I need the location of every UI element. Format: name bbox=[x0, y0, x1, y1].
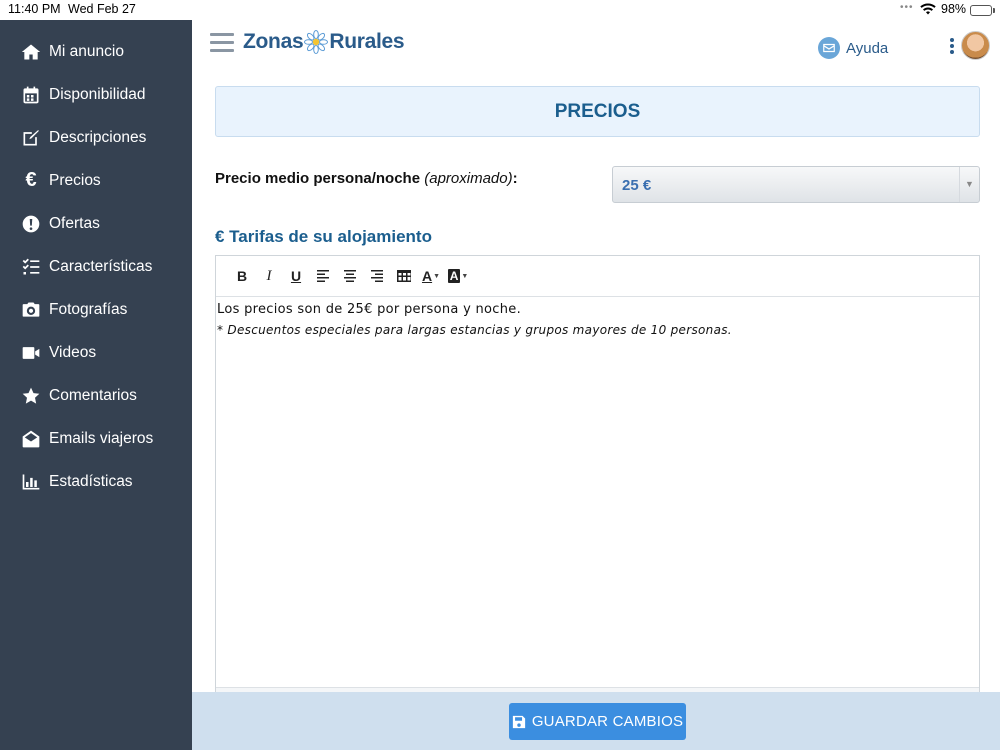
wifi-icon bbox=[920, 3, 936, 18]
editor-toolbar: B I U A ▼ A ▼ bbox=[216, 256, 979, 297]
logo-text-right: Rurales bbox=[329, 30, 405, 53]
align-right-button[interactable] bbox=[365, 266, 389, 286]
sidebar-item-videos[interactable]: Videos bbox=[0, 331, 192, 374]
align-center-button[interactable] bbox=[338, 266, 362, 286]
more-options-icon[interactable] bbox=[948, 38, 956, 56]
multitasking-dots-icon: ••• bbox=[900, 2, 914, 13]
sidebar-item-label: Ofertas bbox=[49, 214, 100, 232]
font-color-icon: A bbox=[421, 268, 433, 284]
home-icon bbox=[20, 41, 42, 63]
caret-down-icon: ▼ bbox=[461, 272, 469, 280]
page-title: PRECIOS bbox=[554, 100, 641, 122]
editor-line-2: * Descuentos especiales para largas esta… bbox=[217, 323, 732, 337]
bold-button[interactable]: B bbox=[230, 266, 254, 286]
sidebar-item-label: Características bbox=[49, 257, 153, 275]
sidebar-item-label: Videos bbox=[49, 343, 97, 361]
sidebar-item-emails-viajeros[interactable]: Emails viajeros bbox=[0, 417, 192, 460]
logo-text-left: Zonas bbox=[243, 30, 304, 53]
page-title-box: PRECIOS bbox=[215, 86, 980, 137]
star-icon bbox=[20, 385, 42, 407]
exclamation-circle-icon bbox=[20, 213, 42, 235]
table-icon bbox=[397, 270, 411, 282]
price-label: Precio medio persona/noche (aproximado): bbox=[215, 170, 518, 187]
help-label: Ayuda bbox=[846, 39, 889, 57]
battery-icon bbox=[970, 5, 992, 16]
bar-chart-icon bbox=[20, 471, 42, 493]
price-select-value: 25 € bbox=[622, 177, 652, 194]
euro-icon: € bbox=[25, 169, 37, 191]
help-link[interactable]: Ayuda bbox=[818, 37, 888, 59]
sidebar-item-label: Fotografías bbox=[49, 300, 128, 318]
rich-text-editor[interactable]: B I U A ▼ A ▼ Los precios son de 25€ por p… bbox=[215, 255, 980, 715]
align-left-button[interactable] bbox=[311, 266, 335, 286]
menu-hamburger-icon[interactable] bbox=[210, 33, 234, 53]
sidebar-item-caracteristicas[interactable]: Características bbox=[0, 245, 192, 288]
italic-button[interactable]: I bbox=[257, 266, 281, 286]
edit-icon bbox=[20, 127, 42, 149]
envelope-icon bbox=[818, 37, 840, 59]
calendar-icon bbox=[20, 84, 42, 106]
editor-content[interactable]: Los precios son de 25€ por persona y noc… bbox=[216, 297, 979, 340]
underline-button[interactable]: U bbox=[284, 266, 308, 286]
caret-down-icon: ▼ bbox=[433, 272, 441, 280]
price-label-suffix: : bbox=[512, 170, 518, 187]
avatar[interactable] bbox=[961, 31, 990, 60]
video-camera-icon bbox=[20, 342, 42, 364]
background-color-icon: A bbox=[447, 269, 461, 283]
sidebar-item-label: Emails viajeros bbox=[49, 429, 154, 447]
sidebar-item-label: Mi anuncio bbox=[49, 42, 124, 60]
sidebar-item-label: Estadísticas bbox=[49, 472, 133, 490]
daisy-flower-icon bbox=[304, 30, 329, 54]
sidebar-item-precios[interactable]: € Precios bbox=[0, 159, 192, 202]
table-button[interactable] bbox=[392, 266, 416, 286]
zonas-rurales-logo[interactable]: Zonas Rurales bbox=[243, 30, 405, 54]
sidebar-item-label: Disponibilidad bbox=[49, 85, 146, 103]
background-color-button[interactable]: A ▼ bbox=[446, 266, 470, 286]
price-select[interactable]: 25 € ▼ bbox=[612, 166, 980, 203]
status-date: Wed Feb 27 bbox=[68, 2, 136, 16]
sidebar-item-fotografias[interactable]: Fotografías bbox=[0, 288, 192, 331]
battery-tip bbox=[993, 8, 995, 13]
sidebar-item-disponibilidad[interactable]: Disponibilidad bbox=[0, 73, 192, 116]
editor-line-1: Los precios son de 25€ por persona y noc… bbox=[217, 302, 522, 317]
save-button-label: GUARDAR CAMBIOS bbox=[531, 713, 684, 730]
envelope-open-icon bbox=[20, 428, 42, 450]
sidebar-item-label: Descripciones bbox=[49, 128, 147, 146]
status-time: 11:40 PM bbox=[8, 2, 61, 16]
camera-icon bbox=[20, 299, 42, 321]
sidebar-item-ofertas[interactable]: Ofertas bbox=[0, 202, 192, 245]
battery-percentage: 98% bbox=[941, 2, 967, 16]
section-title-tarifas: € Tarifas de su alojamiento bbox=[215, 227, 432, 246]
sidebar: Mi anuncio Disponibilidad Descripciones … bbox=[0, 20, 192, 750]
font-color-button[interactable]: A ▼ bbox=[419, 266, 443, 286]
sidebar-item-label: Precios bbox=[49, 171, 101, 189]
sidebar-item-comentarios[interactable]: Comentarios bbox=[0, 374, 192, 417]
sidebar-item-descripciones[interactable]: Descripciones bbox=[0, 116, 192, 159]
sidebar-item-estadisticas[interactable]: Estadísticas bbox=[0, 460, 192, 503]
checklist-icon bbox=[20, 256, 42, 278]
align-right-icon bbox=[371, 270, 383, 282]
align-center-icon bbox=[344, 270, 356, 282]
price-label-note: (aproximado) bbox=[424, 170, 513, 187]
align-left-icon bbox=[317, 270, 329, 282]
sidebar-item-label: Comentarios bbox=[49, 386, 137, 404]
status-bar: 11:40 PM Wed Feb 27 ••• 98% bbox=[0, 0, 1000, 20]
price-label-text: Precio medio persona/noche bbox=[215, 170, 421, 187]
chevron-down-icon: ▼ bbox=[959, 167, 979, 202]
sidebar-item-mi-anuncio[interactable]: Mi anuncio bbox=[0, 30, 192, 73]
save-changes-button[interactable]: GUARDAR CAMBIOS bbox=[509, 703, 686, 740]
floppy-disk-icon bbox=[512, 715, 525, 728]
